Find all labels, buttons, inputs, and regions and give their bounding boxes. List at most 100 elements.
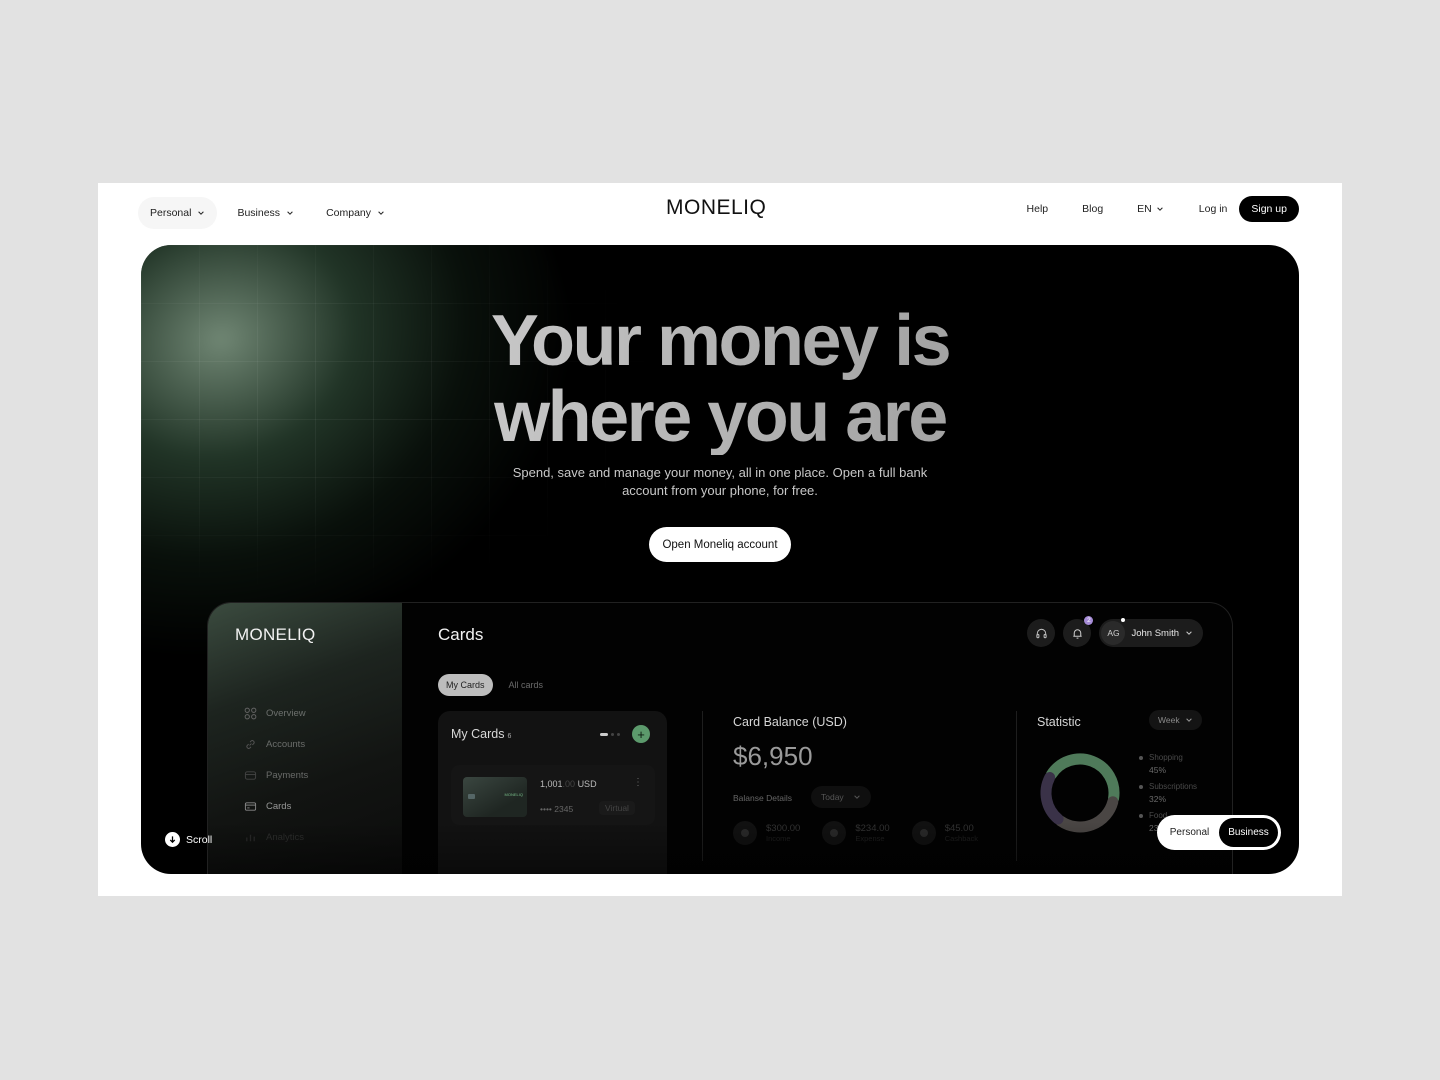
avatar: AG: [1101, 621, 1126, 645]
dashboard-preview: MONELIQ Overview Accounts Payments Cards…: [207, 602, 1233, 874]
sidebar-item-label: Overview: [266, 708, 306, 719]
sidebar-item-label: Analytics: [266, 832, 305, 843]
language-select[interactable]: EN: [1120, 203, 1181, 215]
notification-badge: 2: [1084, 616, 1094, 625]
card-item[interactable]: MONELIQ 1,001.00 USD •••• 2345 Virtual ⋮: [451, 765, 655, 825]
notifications-button[interactable]: 2: [1063, 616, 1094, 647]
expense-icon: [822, 821, 847, 845]
chart-icon: [246, 834, 255, 842]
card-currency: USD: [577, 779, 597, 789]
nav-personal[interactable]: Personal: [138, 197, 218, 229]
headline-line-1: Your money is: [490, 301, 950, 381]
card-chip-icon: [468, 794, 475, 799]
nav-business[interactable]: Business: [225, 197, 306, 229]
legend-item: Subscriptions 32%: [1139, 782, 1197, 804]
chevron-down-icon: [378, 211, 384, 215]
sidebar-item-analytics[interactable]: Analytics: [244, 822, 308, 853]
balance-label: Card Balance (USD): [733, 715, 847, 729]
login-link[interactable]: Log in: [1181, 203, 1240, 215]
hero-headline: Your money is where you are: [141, 303, 1299, 455]
dashboard-title: Cards: [438, 625, 484, 644]
card-brand: MONELIQ: [504, 792, 523, 797]
support-button[interactable]: [1027, 619, 1056, 647]
dashboard-actions: 2 AG John Smith: [1027, 616, 1203, 647]
chevron-down-icon: [1185, 718, 1192, 722]
help-link[interactable]: Help: [1010, 203, 1066, 215]
nav-personal-label: Personal: [150, 207, 192, 219]
user-menu[interactable]: AG John Smith: [1099, 618, 1203, 647]
nav-company[interactable]: Company: [314, 197, 397, 229]
balance-period-select[interactable]: Today: [811, 786, 871, 808]
headphones-icon: [1036, 628, 1047, 638]
primary-nav: Personal Business Company: [138, 197, 397, 229]
sidebar-item-payments[interactable]: Payments: [244, 760, 308, 791]
pager-dot[interactable]: [617, 733, 620, 736]
sidebar-item-overview[interactable]: Overview: [244, 698, 308, 729]
chevron-down-icon: [1156, 207, 1163, 211]
card-amount: 1,001.00 USD: [540, 779, 597, 789]
signup-button[interactable]: Sign up: [1239, 196, 1299, 222]
balance-item-income: $300.00 Income: [733, 821, 800, 845]
sidebar-item-label: Cards: [266, 801, 292, 812]
chevron-down-icon: [853, 795, 860, 799]
card-type-badge: Virtual: [599, 801, 635, 815]
open-account-button[interactable]: Open Moneliq account: [649, 527, 791, 562]
nav-company-label: Company: [326, 207, 372, 219]
card-amount-decimals: .00: [562, 779, 576, 789]
scroll-label: Scroll: [186, 833, 213, 846]
add-card-button[interactable]: +: [632, 725, 650, 743]
my-cards-title-text: My Cards: [451, 727, 505, 741]
sidebar-item-accounts[interactable]: Accounts: [244, 729, 308, 760]
statistic-period-select[interactable]: Week: [1149, 710, 1202, 730]
link-icon: [246, 740, 255, 749]
tab-my-cards[interactable]: My Cards: [438, 674, 493, 696]
more-vertical-icon[interactable]: ⋮: [633, 777, 643, 788]
legend-name: Subscriptions: [1149, 782, 1198, 791]
audience-toggle: Personal Business: [1157, 815, 1281, 850]
pager-dot[interactable]: [611, 733, 614, 736]
income-icon: [733, 821, 757, 845]
donut-segment-food: [1040, 772, 1064, 825]
card-number: •••• 2345: [540, 804, 574, 814]
online-indicator: [1121, 618, 1126, 622]
statistic-label: Statistic: [1037, 715, 1081, 729]
dashboard-logo: MONELIQ: [235, 625, 316, 644]
wallet-icon: [244, 771, 257, 780]
sidebar-item-label: Accounts: [266, 739, 306, 750]
grid-icon: [244, 707, 257, 720]
toggle-business[interactable]: Business: [1219, 818, 1278, 847]
language-label: EN: [1137, 203, 1152, 215]
toggle-personal[interactable]: Personal: [1160, 818, 1219, 847]
sidebar-menu: Overview Accounts Payments Cards Analyti…: [244, 698, 308, 853]
my-cards-title: My Cards 6: [451, 727, 511, 741]
pager-dot[interactable]: [600, 733, 608, 736]
balance-item-label: Expense: [855, 834, 885, 843]
divider: [1016, 711, 1017, 861]
statistic-donut: [1040, 753, 1120, 833]
bell-icon: [1073, 628, 1082, 639]
cashback-icon: [911, 821, 936, 845]
card-icon: [244, 802, 257, 811]
sidebar-item-cards[interactable]: Cards: [244, 791, 308, 822]
page: Personal Business Company MONELIQ Help B…: [98, 183, 1342, 896]
nav-business-label: Business: [237, 207, 281, 219]
balance-details-label: Balanse Details: [733, 793, 793, 803]
tab-all-cards[interactable]: All cards: [501, 674, 552, 696]
hero-section: Your money is where you are Spend, save …: [141, 245, 1299, 874]
blog-link[interactable]: Blog: [1065, 203, 1120, 215]
card-amount-value: 1,001: [540, 779, 563, 789]
balance-details: $300.00 Income $234.00 Expense $45.00 Ca…: [733, 821, 978, 845]
cards-pager[interactable]: [600, 733, 620, 736]
sidebar-item-label: Payments: [266, 770, 309, 781]
balance-period-value: Today: [821, 792, 844, 802]
legend-percent: 32%: [1149, 794, 1167, 804]
user-name: John Smith: [1131, 627, 1179, 639]
card-image: MONELIQ: [463, 777, 527, 817]
legend-dot: [1139, 785, 1143, 789]
statistic-period-value: Week: [1158, 715, 1180, 725]
balance-item-label: Income: [766, 834, 791, 843]
scroll-indicator[interactable]: Scroll: [165, 832, 212, 847]
site-logo[interactable]: MONELIQ: [666, 196, 766, 220]
legend-name: Shopping: [1149, 753, 1183, 762]
balance-item-amount: $300.00: [766, 823, 801, 834]
